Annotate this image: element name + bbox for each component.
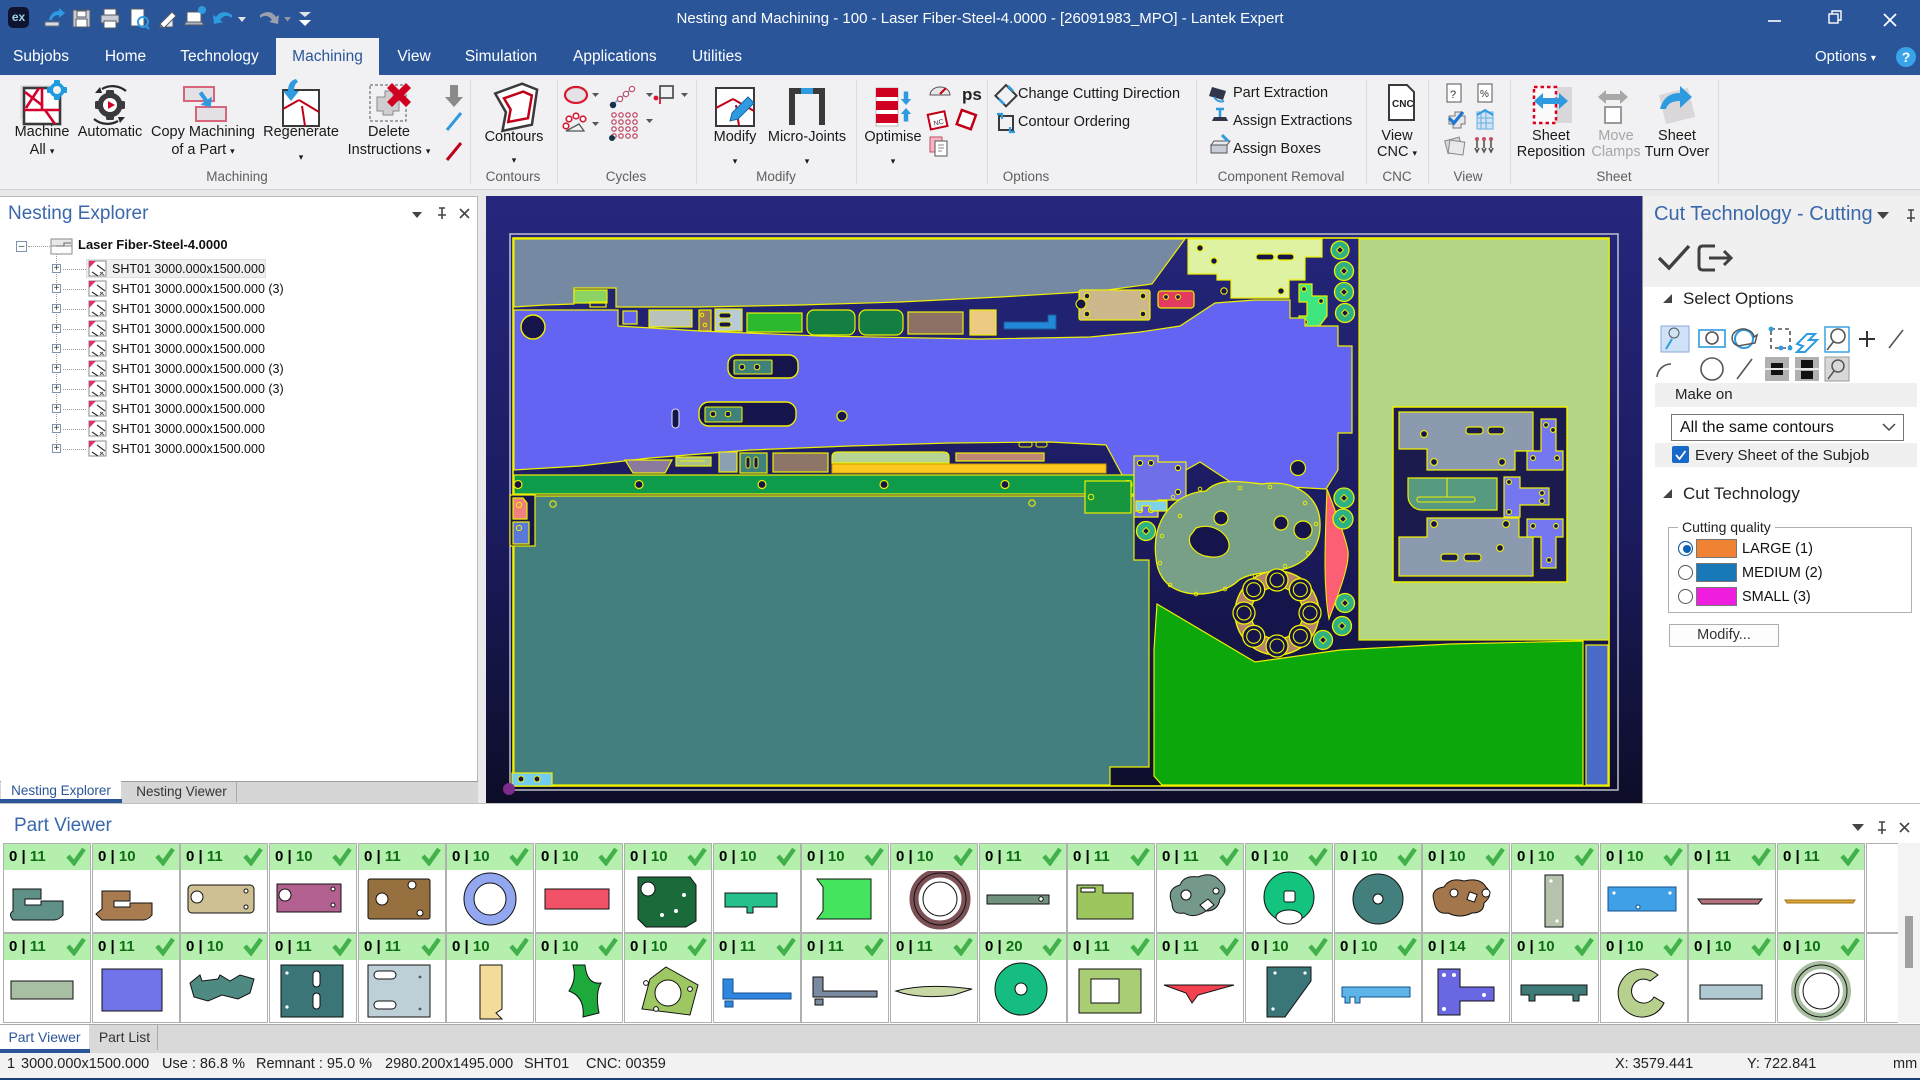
svg-text:ps: ps (962, 85, 982, 104)
svg-text:%: % (1480, 89, 1489, 100)
svg-text:?: ? (1450, 89, 1456, 101)
svg-text:CNC: CNC (1392, 99, 1414, 110)
